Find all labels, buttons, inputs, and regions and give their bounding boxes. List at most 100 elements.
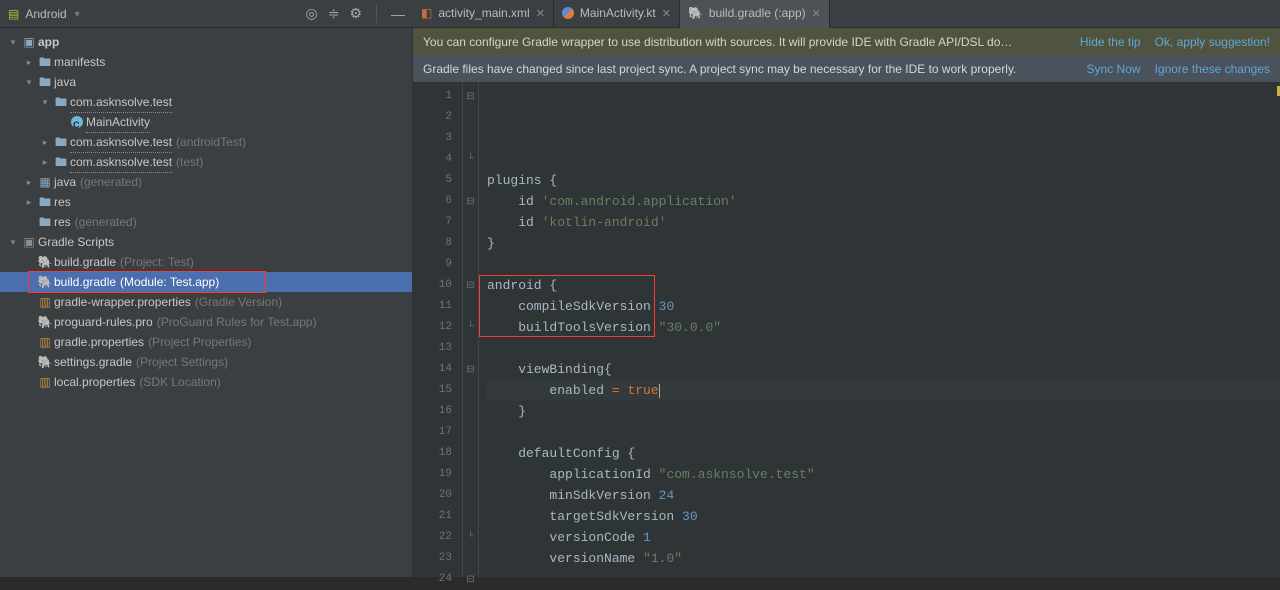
tree-item[interactable]: ▥local.properties (SDK Location) xyxy=(0,372,412,392)
project-view-dropdown[interactable]: ▤ Android ▼ xyxy=(8,7,82,21)
android-logo-icon: ▤ xyxy=(8,7,19,21)
tree-item[interactable]: ▥gradle-wrapper.properties (Gradle Versi… xyxy=(0,292,412,312)
fold-toggle xyxy=(463,464,478,485)
fold-toggle[interactable]: └ xyxy=(463,317,478,338)
code-line[interactable]: plugins { xyxy=(487,170,1280,191)
apply-suggestion-link[interactable]: Ok, apply suggestion! xyxy=(1155,35,1270,49)
fold-toggle[interactable]: ⊟ xyxy=(463,569,478,590)
tree-item[interactable]: ▸🖿com.asknsolve.test (androidTest) xyxy=(0,132,412,152)
tree-item[interactable]: ▾🖿java xyxy=(0,72,412,92)
code-content[interactable]: plugins { id 'com.android.application' i… xyxy=(479,82,1280,577)
code-line[interactable] xyxy=(487,569,1280,577)
code-line[interactable]: buildToolsVersion "30.0.0" xyxy=(487,317,1280,338)
separator xyxy=(376,5,377,23)
tree-item[interactable]: ▾🖿com.asknsolve.test xyxy=(0,92,412,112)
fold-toggle[interactable]: ⊟ xyxy=(463,86,478,107)
editor-tab[interactable]: ◧activity_main.xml✕ xyxy=(413,0,554,28)
tree-item-label: gradle-wrapper.properties xyxy=(54,292,191,312)
tree-item[interactable]: ▸🖿manifests xyxy=(0,52,412,72)
code-line[interactable]: minSdkVersion 24 xyxy=(487,485,1280,506)
fold-toggle[interactable]: └ xyxy=(463,527,478,548)
expand-caret-icon[interactable]: ▾ xyxy=(38,92,52,112)
expand-caret-icon[interactable]: ▸ xyxy=(22,52,36,72)
code-line[interactable] xyxy=(487,338,1280,359)
fold-toggle[interactable]: ⊟ xyxy=(463,275,478,296)
code-line[interactable]: targetSdkVersion 30 xyxy=(487,506,1280,527)
editor-tab[interactable]: MainActivity.kt✕ xyxy=(554,0,680,28)
code-line[interactable]: versionCode 1 xyxy=(487,527,1280,548)
expand-caret-icon[interactable]: ▸ xyxy=(38,132,52,152)
tree-item[interactable]: 🐘settings.gradle (Project Settings) xyxy=(0,352,412,372)
tree-item[interactable]: 🐘proguard-rules.pro (ProGuard Rules for … xyxy=(0,312,412,332)
tree-item[interactable]: MainActivity xyxy=(0,112,412,132)
tree-item[interactable]: 🐘build.gradle (Project: Test) xyxy=(0,252,412,272)
tree-item-label: res xyxy=(54,212,71,232)
line-number: 8 xyxy=(413,233,462,254)
tree-item-suffix: (ProGuard Rules for Test.app) xyxy=(157,312,317,332)
fold-toggle xyxy=(463,212,478,233)
close-icon[interactable]: ✕ xyxy=(536,7,545,20)
gear-icon[interactable]: ⚙ xyxy=(349,5,362,22)
tree-item-suffix: (generated) xyxy=(80,172,142,192)
code-line[interactable]: versionName "1.0" xyxy=(487,548,1280,569)
line-number: 24 xyxy=(413,569,462,590)
tree-item[interactable]: ▸▦java (generated) xyxy=(0,172,412,192)
minimize-icon[interactable]: — xyxy=(391,6,405,22)
fold-gutter[interactable]: ⊟└⊟⊟└⊟└⊟ xyxy=(463,82,479,577)
line-number: 9 xyxy=(413,254,462,275)
close-icon[interactable]: ✕ xyxy=(812,7,821,20)
target-icon[interactable]: ◎ xyxy=(305,5,317,22)
tree-item-suffix: (androidTest) xyxy=(176,132,246,152)
properties-file-icon: ▥ xyxy=(36,292,54,312)
code-line[interactable]: enabled = true xyxy=(487,380,1280,401)
code-line[interactable]: } xyxy=(487,401,1280,422)
code-line[interactable]: defaultConfig { xyxy=(487,443,1280,464)
code-line[interactable]: id 'kotlin-android' xyxy=(487,212,1280,233)
fold-toggle xyxy=(463,506,478,527)
fold-toggle[interactable]: ⊟ xyxy=(463,359,478,380)
editor-tabs: ◧activity_main.xml✕MainActivity.kt✕🐘buil… xyxy=(413,0,1280,28)
code-line[interactable] xyxy=(487,422,1280,443)
code-line[interactable]: android { xyxy=(487,275,1280,296)
tree-item-label: com.asknsolve.test xyxy=(70,132,172,153)
code-line[interactable]: viewBinding{ xyxy=(487,359,1280,380)
tree-item[interactable]: ▥gradle.properties (Project Properties) xyxy=(0,332,412,352)
fold-toggle xyxy=(463,380,478,401)
folder-icon: 🖿 xyxy=(36,192,54,212)
gradle-file-icon: 🐘 xyxy=(36,272,54,292)
tree-item[interactable]: ▾▣app xyxy=(0,32,412,52)
tree-item-label: manifests xyxy=(54,52,105,72)
tree-item-suffix: (Module: Test.app) xyxy=(120,272,219,292)
fold-toggle xyxy=(463,233,478,254)
tree-item[interactable]: 🐘build.gradle (Module: Test.app) xyxy=(0,272,412,292)
fold-toggle xyxy=(463,338,478,359)
code-editor[interactable]: 123456789101112131415161718192021222324 … xyxy=(413,82,1280,577)
expand-caret-icon[interactable]: ▾ xyxy=(22,72,36,92)
gradle-tip-banner: You can configure Gradle wrapper to use … xyxy=(413,28,1280,55)
fold-toggle[interactable]: ⊟ xyxy=(463,191,478,212)
code-line[interactable] xyxy=(487,254,1280,275)
code-line[interactable]: applicationId "com.asknsolve.test" xyxy=(487,464,1280,485)
expand-caret-icon[interactable]: ▸ xyxy=(22,172,36,192)
expand-caret-icon[interactable]: ▸ xyxy=(22,192,36,212)
fold-toggle[interactable]: └ xyxy=(463,149,478,170)
tree-item[interactable]: ▾▣Gradle Scripts xyxy=(0,232,412,252)
collapse-icon[interactable]: ≑ xyxy=(328,5,340,22)
close-icon[interactable]: ✕ xyxy=(662,7,671,20)
expand-caret-icon[interactable]: ▸ xyxy=(38,152,52,172)
code-line[interactable]: } xyxy=(487,233,1280,254)
expand-caret-icon[interactable]: ▾ xyxy=(6,32,20,52)
fold-toggle xyxy=(463,548,478,569)
expand-caret-icon[interactable]: ▾ xyxy=(6,232,20,252)
code-line[interactable]: compileSdkVersion 30 xyxy=(487,296,1280,317)
code-line[interactable]: id 'com.android.application' xyxy=(487,191,1280,212)
line-number: 23 xyxy=(413,548,462,569)
editor-tab[interactable]: 🐘build.gradle (:app)✕ xyxy=(680,0,830,28)
project-tree[interactable]: ▾▣app▸🖿manifests▾🖿java▾🖿com.asknsolve.te… xyxy=(0,28,413,577)
sync-now-link[interactable]: Sync Now xyxy=(1087,62,1141,76)
tree-item[interactable]: ▸🖿com.asknsolve.test (test) xyxy=(0,152,412,172)
ignore-changes-link[interactable]: Ignore these changes xyxy=(1155,62,1270,76)
tree-item[interactable]: 🖿res (generated) xyxy=(0,212,412,232)
hide-tip-link[interactable]: Hide the tip xyxy=(1080,35,1141,49)
tree-item[interactable]: ▸🖿res xyxy=(0,192,412,212)
